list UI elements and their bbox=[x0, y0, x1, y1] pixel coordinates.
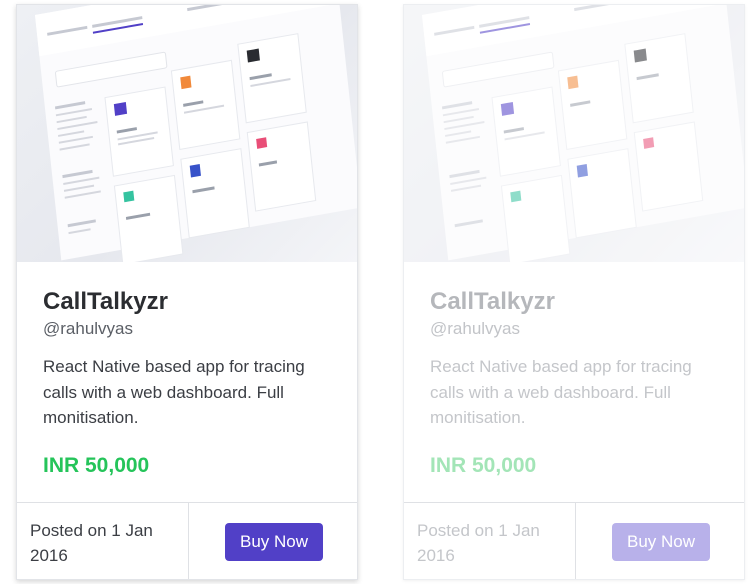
footer-divider bbox=[188, 503, 189, 579]
posted-date: Posted on 1 Jan 2016 bbox=[30, 521, 153, 565]
product-description: React Native based app for tracing calls… bbox=[43, 357, 305, 427]
buy-now-button[interactable]: Buy Now bbox=[612, 523, 710, 561]
product-title: CallTalkyzr bbox=[430, 288, 555, 315]
footer-divider bbox=[575, 503, 576, 579]
product-card-faded[interactable]: CallTalkyzr @rahulvyas React Native base… bbox=[403, 4, 745, 580]
product-screenshot-image bbox=[404, 5, 744, 262]
product-price: INR 50,000 bbox=[43, 454, 150, 477]
product-price: INR 50,000 bbox=[430, 454, 537, 477]
card-footer: Posted on 1 Jan 2016 Buy Now bbox=[404, 502, 744, 579]
author-handle[interactable]: @rahulvyas bbox=[43, 318, 337, 340]
product-screenshot-image bbox=[17, 5, 357, 262]
product-description: React Native based app for tracing calls… bbox=[430, 357, 692, 427]
buy-now-button[interactable]: Buy Now bbox=[225, 523, 323, 561]
card-footer: Posted on 1 Jan 2016 Buy Now bbox=[17, 502, 357, 579]
posted-date: Posted on 1 Jan 2016 bbox=[417, 521, 540, 565]
product-card[interactable]: CallTalkyzr @rahulvyas React Native base… bbox=[16, 4, 358, 580]
author-handle[interactable]: @rahulvyas bbox=[430, 318, 724, 340]
product-title: CallTalkyzr bbox=[43, 288, 168, 315]
